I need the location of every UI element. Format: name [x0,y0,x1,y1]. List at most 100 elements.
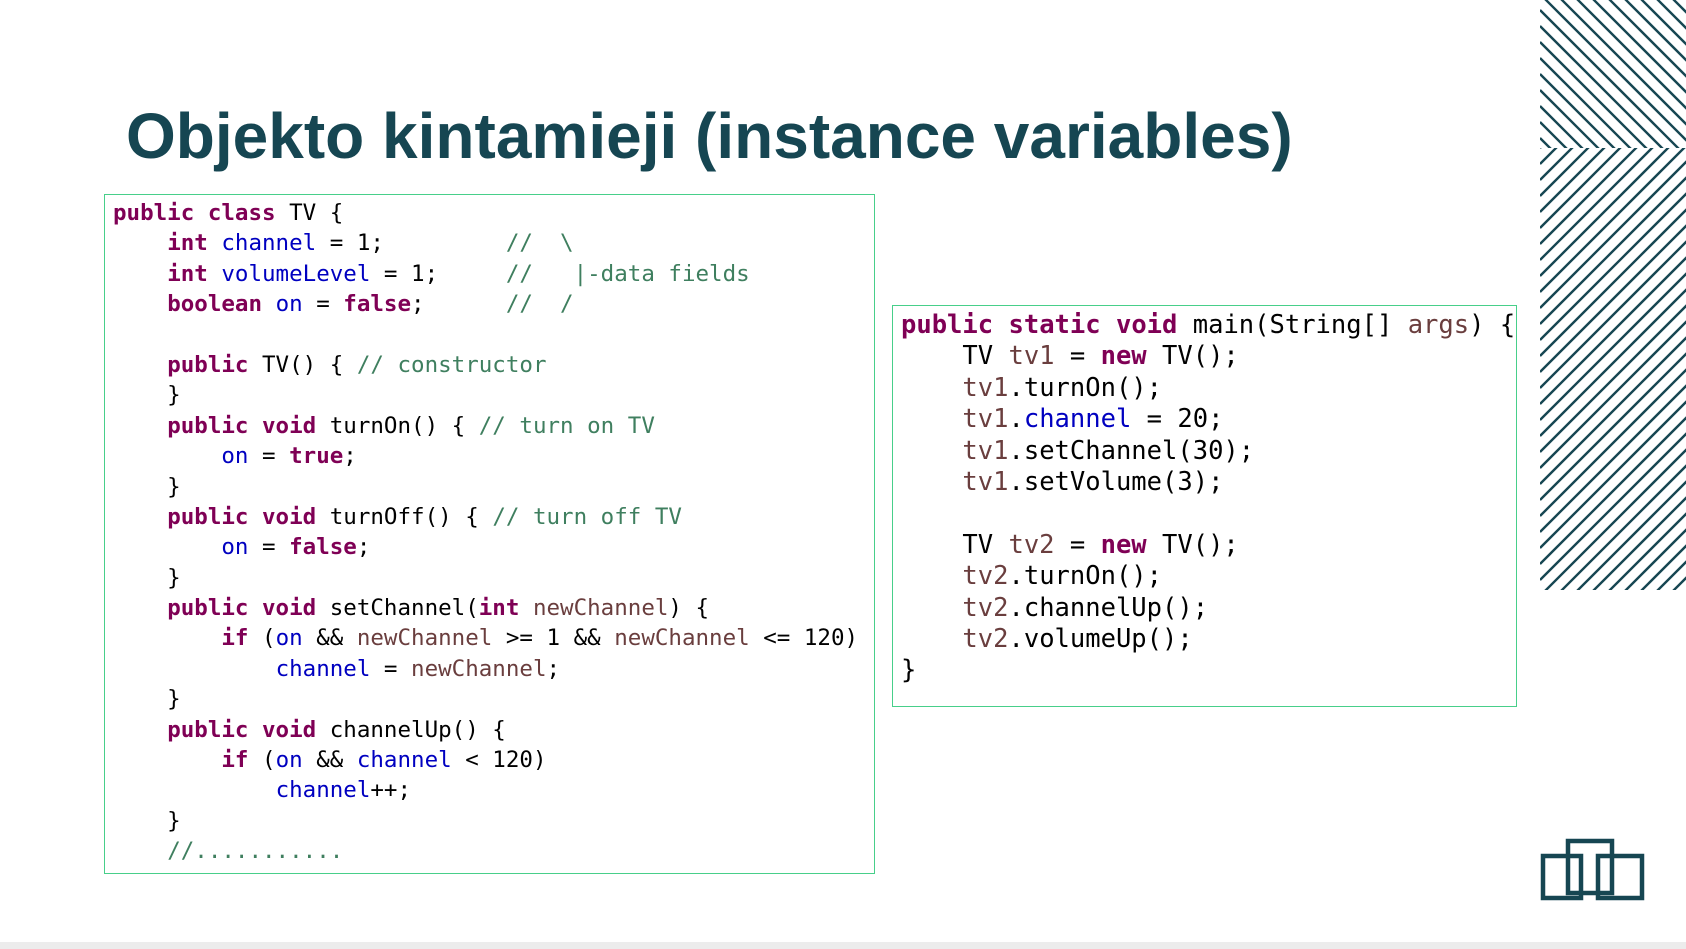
code-line: tv2.channelUp(); [901,593,1515,624]
code-line: channel++; [113,775,858,805]
code-token: .setVolume(3); [1008,466,1224,497]
code-token: = [248,534,290,561]
code-token: // turn off TV [492,503,682,530]
code-token: int [478,595,520,622]
code-token: .turnOn(); [1008,561,1163,592]
code-token: void [1115,310,1178,340]
code-token: void [262,503,317,530]
code-token: turnOff() { [316,503,493,530]
code-line: public void setChannel(int newChannel) { [113,593,858,623]
code-token: TV [901,341,1009,372]
code-token: < 120) [451,747,547,774]
code-token: public [167,716,249,743]
code-token: tv1 [962,372,1009,403]
code-box-tv-class: public class TV { int channel = 1; // \ … [104,194,875,874]
code-token: = 20; [1131,404,1224,435]
code-line: } [113,380,858,410]
code-token: ; [356,534,371,561]
code-token: public [167,503,249,530]
code-token: channelUp() { [316,716,506,743]
code-tv-class: public class TV { int channel = 1; // \ … [113,198,858,867]
code-token: channel [221,230,317,257]
code-line: int channel = 1; // \ [113,228,858,258]
slide-bottom-strip [0,942,1686,949]
code-token: .volumeUp(); [1008,623,1193,654]
code-token: ; [411,291,506,318]
code-token: // |-data fields [505,260,750,287]
code-token: = [302,291,344,318]
code-line: boolean on = false; // / [113,289,858,319]
code-token: .turnOn(); [1008,372,1163,403]
code-line: } [113,563,858,593]
code-token: new [1100,529,1147,560]
code-token: public [113,200,195,226]
code-token: on [275,747,303,774]
code-token: } [113,564,181,591]
code-line: tv1.turnOn(); [901,373,1515,404]
code-token: ( [248,747,276,774]
code-token: public [167,595,249,622]
code-token: = [248,443,290,470]
code-token: channel [1023,404,1132,435]
code-token: } [113,382,181,409]
code-line: TV tv1 = new TV(); [901,341,1515,372]
code-token: tv2 [1008,529,1055,560]
code-token: TV() { [248,351,357,378]
code-token: tv2 [962,623,1009,654]
code-box-main-method: public static void main(String[] args) {… [892,305,1517,707]
code-token: } [901,655,917,686]
code-token: newChannel [411,655,547,682]
code-token: channel [275,655,371,682]
code-token: tv1 [962,466,1009,497]
code-token: new [1100,341,1147,372]
code-token: // turn on TV [478,412,655,439]
code-token: TV(); [1146,529,1239,560]
code-line: public class TV { [113,198,858,228]
slide-title: Objekto kintamieji (instance variables) [126,100,1293,172]
code-token: TV(); [1146,341,1239,372]
code-token: channel [356,747,452,774]
code-token: newChannel [532,595,669,622]
code-token: true [289,443,344,470]
code-token: TV { [275,200,344,226]
code-token: } [113,473,181,500]
code-token: turnOn() { [316,412,479,439]
code-token: <= 120) [749,625,859,652]
code-line: } [113,472,858,502]
code-token: = [1054,529,1101,560]
code-token: on [221,443,249,470]
code-line: } [901,655,1515,686]
code-token: volumeLevel [221,260,371,287]
code-token: if [221,747,249,774]
code-token: int [167,260,208,287]
code-line: if (on && channel < 120) [113,745,858,775]
code-line: int volumeLevel = 1; // |-data fields [113,259,858,289]
code-token: >= 1 && [492,625,615,652]
code-token: boolean [167,291,263,318]
